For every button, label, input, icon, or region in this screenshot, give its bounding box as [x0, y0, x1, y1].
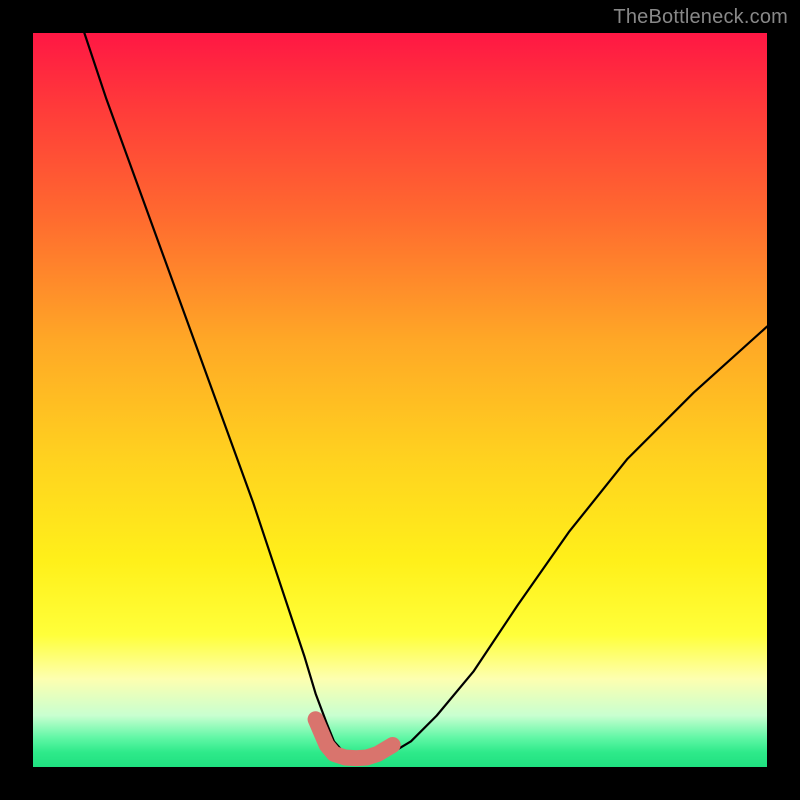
- chart-svg: [33, 33, 767, 767]
- watermark-text: TheBottleneck.com: [613, 6, 788, 29]
- chart-plot-area: [33, 33, 767, 767]
- bottleneck-curve-path: [84, 33, 767, 760]
